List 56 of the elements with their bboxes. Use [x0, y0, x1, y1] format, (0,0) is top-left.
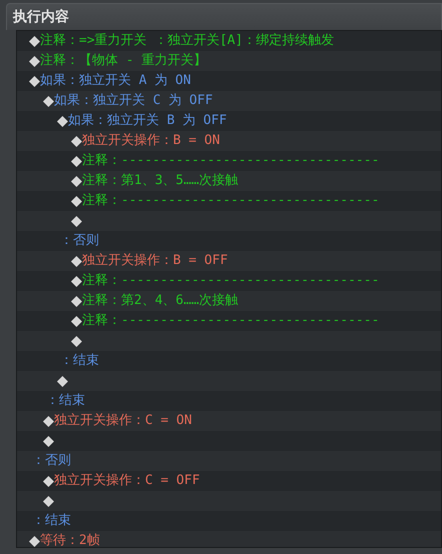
- command-row[interactable]: 独立开关操作：C = ON: [17, 411, 441, 431]
- command-text: 如果：独立开关 C 为 OFF: [54, 92, 213, 110]
- command-row[interactable]: [17, 371, 441, 391]
- diamond-icon: [71, 296, 82, 306]
- panel-title: 执行内容: [13, 8, 69, 26]
- command-text: ：结束: [32, 512, 71, 530]
- command-row[interactable]: 等待：2帧: [17, 531, 441, 547]
- command-text: 独立开关操作：B = OFF: [82, 252, 228, 270]
- command-text: ：结束: [60, 352, 99, 370]
- command-row[interactable]: 注释：第2、4、6……次接触: [17, 291, 441, 311]
- command-row[interactable]: 独立开关操作：B = ON: [17, 131, 441, 151]
- command-text: 注释：第2、4、6……次接触: [82, 292, 238, 310]
- command-row[interactable]: 注释：【物体 - 重力开关】: [17, 51, 441, 71]
- command-text: 独立开关操作：B = ON: [82, 132, 220, 150]
- command-row[interactable]: [17, 491, 441, 511]
- diamond-icon: [57, 376, 68, 386]
- command-row[interactable]: 注释：第1、3、5……次接触: [17, 171, 441, 191]
- diamond-icon: [57, 116, 68, 126]
- diamond-icon: [43, 496, 54, 506]
- diamond-icon: [71, 256, 82, 266]
- diamond-icon: [71, 316, 82, 326]
- command-row[interactable]: 如果：独立开关 C 为 OFF: [17, 91, 441, 111]
- command-text: ：否则: [60, 232, 99, 250]
- command-text: 注释：---------------------------------: [82, 152, 380, 170]
- command-text: ：否则: [32, 452, 71, 470]
- command-text: 如果：独立开关 A 为 ON: [40, 72, 191, 90]
- command-text: 注释：=>重力开关 ：独立开关[A]：绑定持续触发: [40, 32, 334, 50]
- command-text: 注释：---------------------------------: [82, 272, 380, 290]
- diamond-icon: [29, 536, 40, 546]
- command-text: 注释：---------------------------------: [82, 192, 380, 210]
- command-row[interactable]: ：否则: [17, 451, 441, 471]
- command-text: 注释：【物体 - 重力开关】: [40, 52, 206, 70]
- diamond-icon: [29, 36, 40, 46]
- diamond-icon: [43, 416, 54, 426]
- diamond-icon: [71, 336, 82, 346]
- diamond-icon: [71, 196, 82, 206]
- command-text: 等待：2帧: [40, 532, 100, 547]
- diamond-icon: [71, 276, 82, 286]
- diamond-icon: [71, 136, 82, 146]
- diamond-icon: [43, 96, 54, 106]
- command-text: 注释：---------------------------------: [82, 312, 380, 330]
- diamond-icon: [71, 216, 82, 226]
- diamond-icon: [43, 476, 54, 486]
- command-text: 独立开关操作：C = ON: [54, 412, 192, 430]
- command-text: ：结束: [46, 392, 85, 410]
- command-text: 独立开关操作：C = OFF: [54, 472, 200, 490]
- diamond-icon: [71, 156, 82, 166]
- command-row[interactable]: 独立开关操作：B = OFF: [17, 251, 441, 271]
- diamond-icon: [29, 56, 40, 66]
- command-text: 注释：第1、3、5……次接触: [82, 172, 238, 190]
- command-row[interactable]: [17, 211, 441, 231]
- diamond-icon: [43, 436, 54, 446]
- command-row[interactable]: [17, 331, 441, 351]
- diamond-icon: [71, 176, 82, 186]
- diamond-icon: [29, 76, 40, 86]
- command-text: 如果：独立开关 B 为 OFF: [68, 112, 227, 130]
